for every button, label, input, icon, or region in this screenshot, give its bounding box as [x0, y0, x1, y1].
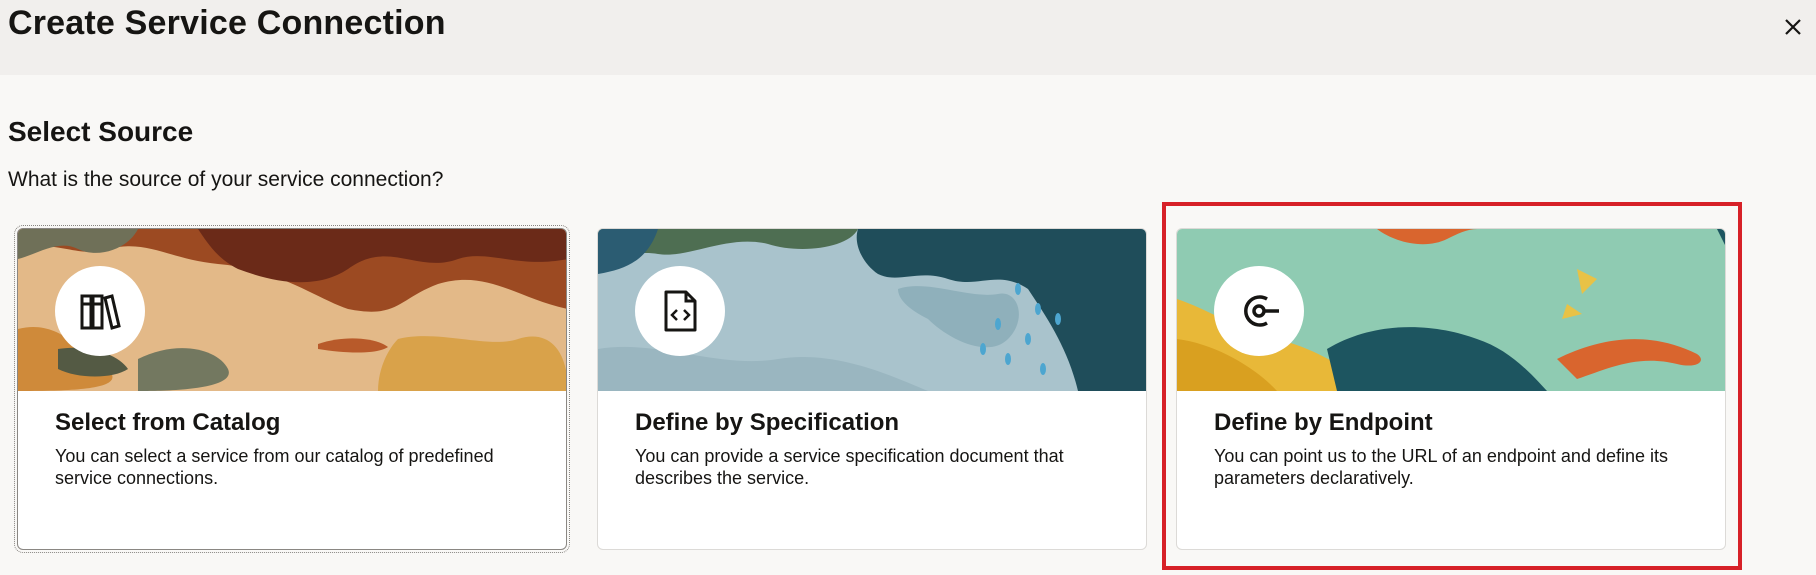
endpoint-icon [1244, 295, 1279, 327]
close-button[interactable] [1778, 12, 1808, 42]
card-title: Select from Catalog [55, 409, 281, 436]
section-title: Select Source [8, 116, 194, 147]
catalog-books-icon [80, 294, 121, 330]
dialog-header: Create Service Connection [0, 0, 1816, 75]
card-define-by-specification[interactable]: Define by Specification You can provide … [597, 228, 1147, 550]
card-title: Define by Specification [635, 409, 900, 436]
close-icon [1785, 19, 1801, 35]
card-description: You can point us to the URL of an endpoi… [1214, 446, 1668, 488]
card-description: You can select a service from our catalo… [55, 446, 494, 488]
code-document-icon [664, 290, 697, 332]
catalog-icon-badge [55, 266, 145, 356]
card-title: Define by Endpoint [1214, 409, 1433, 436]
card-select-from-catalog[interactable]: Select from Catalog You can select a ser… [14, 225, 570, 553]
dialog-title: Create Service Connection [8, 4, 446, 42]
card-description: You can provide a service specification … [635, 446, 1064, 488]
specification-icon-badge [635, 266, 725, 356]
endpoint-icon-badge [1214, 266, 1304, 356]
card-define-by-endpoint[interactable]: Define by Endpoint You can point us to t… [1176, 228, 1726, 550]
section-subtitle: What is the source of your service conne… [8, 168, 444, 191]
